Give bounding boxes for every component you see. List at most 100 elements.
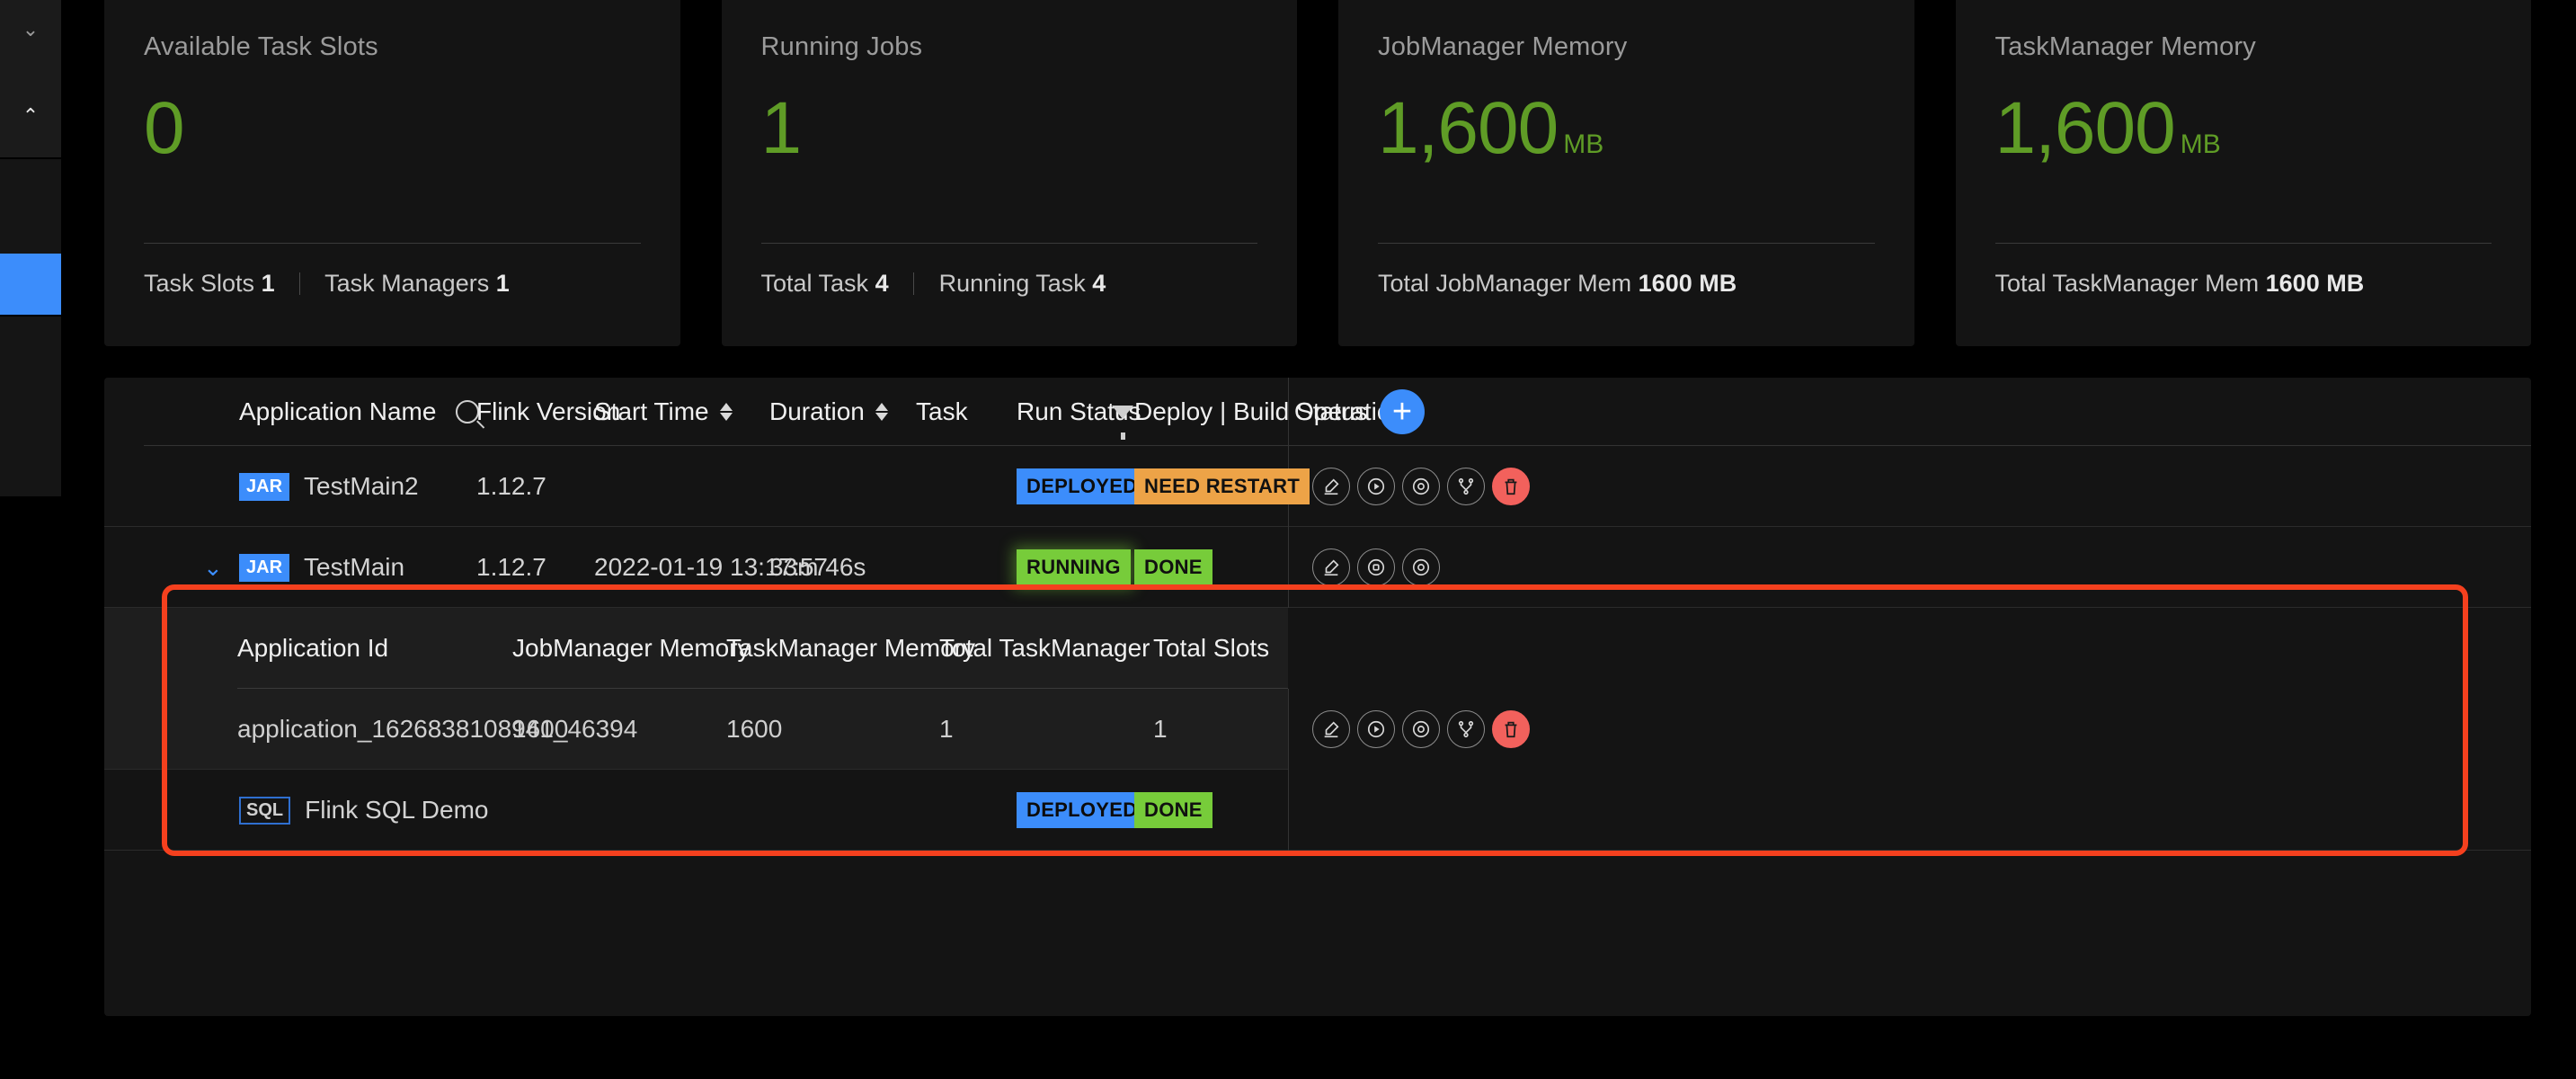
sort-icon[interactable]	[719, 400, 733, 424]
sql-type-badge: SQL	[239, 796, 291, 825]
flink-dashboard-page: ⌄ ⌃ Available Task Slots 0 Task Slots 1 …	[0, 0, 2576, 1079]
start-icon[interactable]	[1357, 468, 1395, 505]
row-operations	[1312, 527, 1440, 608]
card-divider	[1378, 243, 1875, 244]
cell-duration: 33m 46s	[769, 553, 866, 581]
row-expand-toggle[interactable]: ⌄	[203, 527, 223, 608]
application-name-label: TestMain	[304, 553, 405, 581]
sub-table-header-row: Application Id JobManager Memory TaskMan…	[104, 608, 2531, 689]
card-divider	[760, 243, 1257, 244]
status-badge-deployed: DEPLOYED	[1017, 468, 1148, 504]
operation-column-separator	[1288, 770, 1289, 851]
chevron-up-icon[interactable]: ⌃	[0, 106, 61, 126]
cell-total-taskmanager: 1	[939, 715, 954, 743]
table-row[interactable]: ⌄ JAR TestMain 1.12.7 2022-01-19 13:17:5…	[104, 527, 2531, 608]
edit-icon[interactable]	[1312, 710, 1350, 748]
cell-application-id: application_1626838108941_46394	[237, 715, 638, 743]
branch-icon[interactable]	[1447, 710, 1485, 748]
edit-icon[interactable]	[1312, 548, 1350, 586]
card-footer: Total Task 4 Running Task 4	[761, 270, 1106, 298]
sort-icon[interactable]	[875, 400, 888, 424]
card-foot-value-1: 4	[1092, 270, 1106, 297]
sub-column-header-taskmanager-memory: TaskManager Memory	[726, 634, 975, 662]
column-header-application-name[interactable]: Application Name	[239, 378, 436, 446]
sub-column-header-total-taskmanager: Total TaskManager	[939, 634, 1150, 662]
status-badge-running: RUNNING	[1017, 549, 1131, 585]
foot-divider	[299, 272, 301, 295]
stop-icon[interactable]	[1357, 548, 1395, 586]
sub-column-header-total-slots: Total Slots	[1153, 634, 1270, 662]
row-operations	[1312, 446, 1530, 527]
card-foot-value-0: 4	[875, 270, 889, 297]
column-header-duration-label: Duration	[769, 397, 865, 425]
card-title: Running Jobs	[760, 32, 923, 61]
stat-card-jobmanager-memory: JobManager Memory 1,600 MB Total JobMana…	[1338, 0, 1914, 346]
application-name-label: TestMain2	[304, 472, 419, 500]
cell-jobmanager-memory: 1600	[512, 715, 569, 743]
card-number: 1	[760, 87, 803, 169]
start-icon[interactable]	[1357, 710, 1395, 748]
cell-build-status: DONE	[1134, 770, 1212, 851]
column-header-duration[interactable]: Duration	[769, 378, 888, 446]
card-title: Available Task Slots	[144, 32, 378, 61]
view-icon[interactable]	[1402, 710, 1440, 748]
edit-icon[interactable]	[1312, 468, 1350, 505]
cell-taskmanager-memory: 1600	[726, 715, 783, 743]
card-foot-label-0: Total TaskManager Mem	[1994, 270, 2260, 297]
status-badge-need-restart: NEED RESTART	[1134, 468, 1310, 504]
sub-operation-spacer	[1288, 608, 2531, 689]
sub-row-operations	[1312, 689, 1530, 770]
view-icon[interactable]	[1402, 548, 1440, 586]
card-foot-value-1: 1	[495, 270, 510, 297]
plus-icon: +	[1380, 389, 1425, 434]
stat-cards: Available Task Slots 0 Task Slots 1 Task…	[104, 0, 2531, 346]
cell-flink-version: 1.12.7	[476, 553, 546, 581]
operation-column-separator	[1288, 527, 1289, 608]
card-divider	[144, 243, 641, 244]
card-unit: MB	[2180, 129, 2221, 159]
sub-column-header-application-id: Application Id	[237, 634, 389, 662]
foot-divider	[913, 272, 915, 295]
branch-icon[interactable]	[1447, 468, 1485, 505]
stat-card-available-task-slots: Available Task Slots 0 Task Slots 1 Task…	[104, 0, 680, 346]
table-row[interactable]: JAR TestMain2 1.12.7 DEPLOYED NEED RESTA…	[104, 446, 2531, 527]
filter-icon[interactable]	[1109, 378, 1136, 446]
card-title: JobManager Memory	[1378, 32, 1628, 61]
sidebar-panel-mid	[0, 159, 61, 254]
card-foot-value-0: 1	[261, 270, 275, 297]
card-title: TaskManager Memory	[1994, 32, 2256, 61]
cell-run-status: RUNNING	[1017, 527, 1131, 608]
card-unit: MB	[1563, 129, 1604, 159]
status-badge-deployed: DEPLOYED	[1017, 792, 1148, 828]
view-icon[interactable]	[1402, 468, 1440, 505]
add-application-button[interactable]: +	[1380, 378, 1425, 446]
column-header-task[interactable]: Task	[916, 378, 968, 446]
card-number: 1,600	[1994, 87, 2176, 169]
sub-table-row[interactable]: application_1626838108941_46394 1600 160…	[104, 689, 2531, 770]
column-header-start-time-label: Start Time	[594, 397, 709, 425]
stat-card-running-jobs: Running Jobs 1 Total Task 4 Running Task…	[721, 0, 1297, 346]
cell-application-name: JAR TestMain	[239, 527, 404, 608]
jar-type-badge: JAR	[239, 472, 290, 501]
delete-icon[interactable]	[1492, 468, 1530, 505]
table-row[interactable]: SQL Flink SQL Demo DEPLOYED DONE	[104, 770, 2531, 851]
sidebar-item-active[interactable]	[0, 254, 61, 315]
card-footer: Total JobManager Mem 1600 MB	[1378, 270, 1737, 298]
left-sidebar: ⌄ ⌃	[0, 0, 61, 1079]
card-divider	[1994, 243, 2492, 244]
operation-column-separator	[1288, 689, 1289, 770]
sidebar-panel-bottom	[0, 317, 61, 496]
delete-icon[interactable]	[1492, 710, 1530, 748]
chevron-down-icon[interactable]: ⌄	[0, 20, 61, 40]
card-value: 1,600 MB	[1378, 92, 1603, 165]
status-badge-done: DONE	[1134, 792, 1212, 828]
table-header-row: Application Name Flink Version Start Tim…	[104, 378, 2531, 446]
card-foot-value-0: 1600 MB	[1638, 270, 1737, 297]
column-header-start-time[interactable]: Start Time	[594, 378, 733, 446]
cell-build-status: DONE	[1134, 527, 1212, 608]
expanded-detail-table: Application Id JobManager Memory TaskMan…	[104, 608, 2531, 770]
card-foot-label-1: Task Managers	[324, 270, 490, 297]
card-value: 0	[144, 92, 185, 165]
cell-application-name: JAR TestMain2	[239, 446, 419, 527]
card-number: 1,600	[1378, 87, 1559, 169]
